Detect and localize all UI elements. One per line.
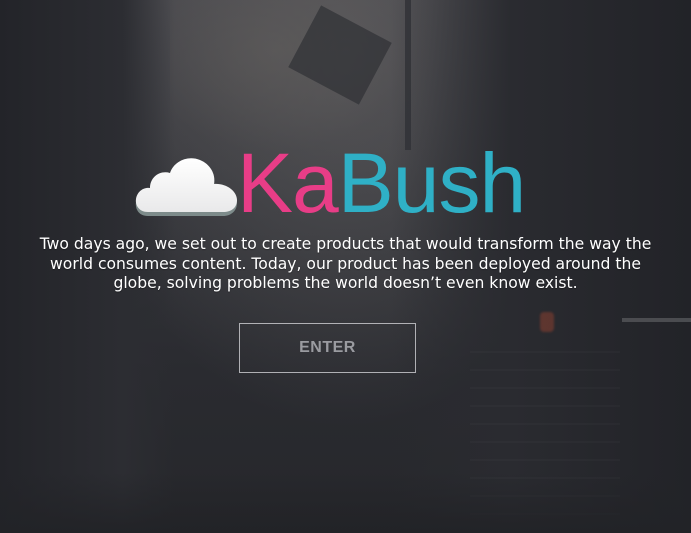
- landing-page: KaBush Two days ago, we set out to creat…: [0, 0, 691, 533]
- hero-tagline: Two days ago, we set out to create produ…: [39, 235, 652, 292]
- logo-wordmark-bush: Bush: [337, 136, 526, 230]
- cloud-icon: [135, 158, 237, 216]
- background-pole: [405, 0, 411, 150]
- kabush-logo: KaBush: [134, 138, 554, 228]
- logo-wordmark: KaBush: [237, 136, 526, 230]
- background-signal-light: [540, 312, 554, 332]
- background-ledge: [622, 318, 691, 322]
- logo-wordmark-ka: Ka: [237, 136, 339, 230]
- background-ground: [0, 473, 691, 533]
- enter-button[interactable]: ENTER: [239, 323, 416, 373]
